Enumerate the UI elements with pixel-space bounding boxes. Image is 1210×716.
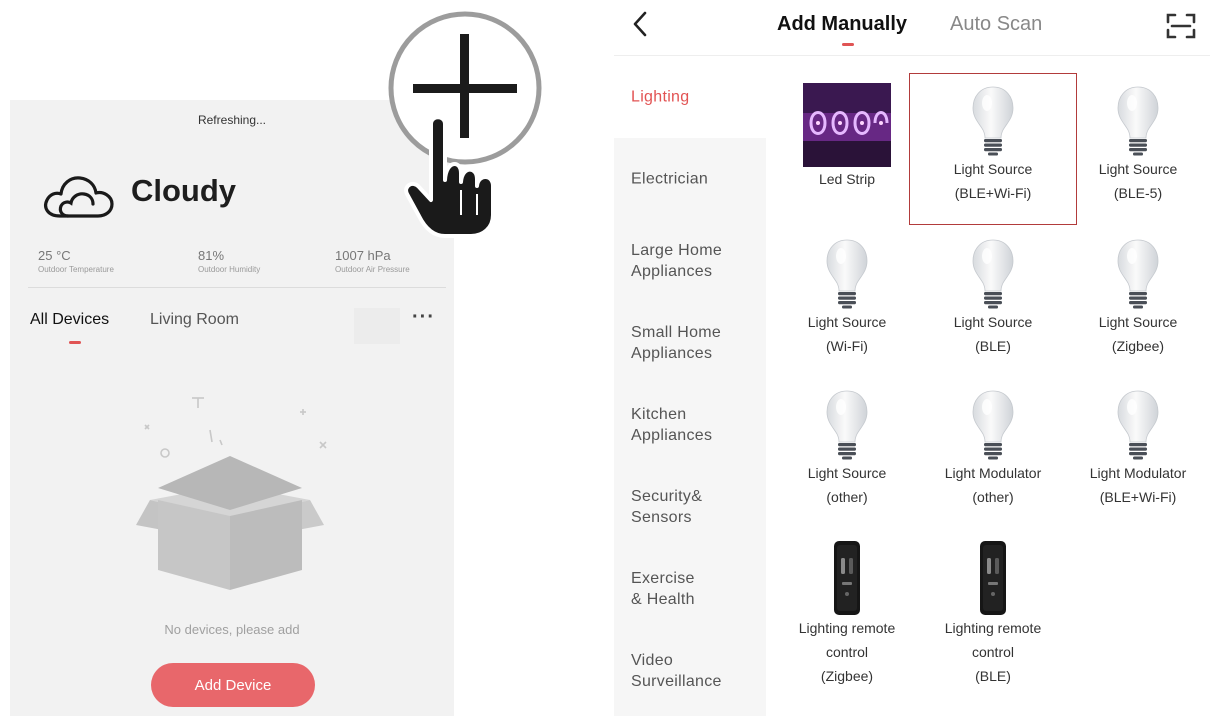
device-light-modulator-other[interactable]: Light Modulator (other) <box>923 389 1063 509</box>
device-name: Light Source (Wi-Fi) <box>807 314 887 354</box>
tab-auto-scan[interactable]: Auto Scan <box>950 13 1042 36</box>
category-label: Small Home Appliances <box>631 324 722 362</box>
add-plus-icon[interactable] <box>385 10 545 245</box>
category-label: Kitchen Appliances <box>631 406 713 444</box>
category-large-home-appliances[interactable]: Large Home Appliances <box>614 220 766 302</box>
category-electrician[interactable]: Electrician <box>614 138 766 220</box>
device-lighting-remote-zigbee[interactable]: Lighting remote control (Zigbee) <box>777 540 917 688</box>
device-name: Light Modulator (other) <box>944 465 1042 505</box>
device-light-source-ble-5[interactable]: Light Source (BLE-5) <box>1068 85 1208 205</box>
empty-box-icon <box>130 390 330 595</box>
weather-condition: Cloudy <box>131 173 237 208</box>
category-label: Large Home Appliances <box>631 242 723 280</box>
category-security-sensors[interactable]: Security& Sensors <box>614 466 766 548</box>
bulb-icon <box>822 389 872 461</box>
bulb-icon <box>1113 238 1163 310</box>
stat-label: Outdoor Temperature <box>38 265 114 274</box>
tab-add-manually[interactable]: Add Manually <box>777 13 907 36</box>
category-small-home-appliances[interactable]: Small Home Appliances <box>614 302 766 384</box>
outdoor-temperature: 25 °C Outdoor Temperature <box>38 248 114 274</box>
device-name: Light Source (BLE+Wi-Fi) <box>953 161 1033 201</box>
category-label: Electrician <box>631 170 709 188</box>
device-light-source-other[interactable]: Light Source (other) <box>777 389 917 509</box>
bulb-icon <box>968 85 1018 157</box>
device-light-source-ble-wifi[interactable]: Light Source (BLE+Wi-Fi) <box>923 85 1063 205</box>
device-name: Light Modulator (BLE+Wi-Fi) <box>1089 465 1187 505</box>
category-label: Lighting <box>631 88 690 106</box>
led-strip-icon <box>803 83 891 167</box>
device-name: Light Source (BLE) <box>953 314 1033 354</box>
outdoor-air-pressure: 1007 hPa Outdoor Air Pressure <box>335 248 410 274</box>
outdoor-humidity: 81% Outdoor Humidity <box>198 248 260 274</box>
device-name: Light Source (Zigbee) <box>1098 314 1178 354</box>
add-device-button[interactable]: Add Device <box>151 663 315 707</box>
device-light-source-wifi[interactable]: Light Source (Wi-Fi) <box>777 238 917 358</box>
more-options-button[interactable]: ··· <box>412 306 435 329</box>
divider <box>28 287 446 288</box>
active-tab-indicator <box>69 341 81 344</box>
cloud-icon <box>40 170 120 227</box>
device-name: Lighting remote control (BLE) <box>944 620 1042 684</box>
bulb-icon <box>822 238 872 310</box>
category-sidebar: Lighting Electrician Large Home Applianc… <box>614 56 766 716</box>
tab-all-devices[interactable]: All Devices <box>30 311 109 329</box>
bulb-icon <box>1113 85 1163 157</box>
category-label: Security& Sensors <box>631 488 703 526</box>
empty-state-message: No devices, please add <box>164 622 300 637</box>
stat-label: Outdoor Humidity <box>198 265 261 274</box>
remote-icon <box>979 540 1007 616</box>
device-name: Led Strip <box>818 171 876 187</box>
tab-living-room[interactable]: Living Room <box>150 311 239 329</box>
stat-value: 81% <box>198 248 225 263</box>
category-video-surveillance[interactable]: Video Surveillance <box>614 630 766 712</box>
category-exercise-health[interactable]: Exercise & Health <box>614 548 766 630</box>
device-name: Light Source (other) <box>807 465 887 505</box>
category-lighting[interactable]: Lighting <box>614 56 766 138</box>
device-lighting-remote-ble[interactable]: Lighting remote control (BLE) <box>923 540 1063 688</box>
scan-icon[interactable] <box>1165 12 1197 45</box>
category-kitchen-appliances[interactable]: Kitchen Appliances <box>614 384 766 466</box>
stat-label: Outdoor Air Pressure <box>335 265 410 274</box>
active-tab-indicator <box>842 43 854 46</box>
bulb-icon <box>1113 389 1163 461</box>
device-name: Lighting remote control (Zigbee) <box>798 620 896 684</box>
device-name: Light Source (BLE-5) <box>1098 161 1178 201</box>
device-led-strip[interactable]: Led Strip <box>777 83 917 191</box>
bulb-icon <box>968 389 1018 461</box>
category-label: Exercise & Health <box>631 570 695 608</box>
stat-value: 1007 hPa <box>335 248 391 263</box>
stat-value: 25 °C <box>38 248 71 263</box>
remote-icon <box>833 540 861 616</box>
device-light-source-zigbee[interactable]: Light Source (Zigbee) <box>1068 238 1208 358</box>
back-arrow-icon[interactable] <box>630 10 650 43</box>
device-light-modulator-ble-wifi[interactable]: Light Modulator (BLE+Wi-Fi) <box>1068 389 1208 509</box>
bulb-icon <box>968 238 1018 310</box>
room-tab-placeholder <box>354 308 400 344</box>
category-label: Video Surveillance <box>631 652 722 690</box>
device-light-source-ble[interactable]: Light Source (BLE) <box>923 238 1063 358</box>
